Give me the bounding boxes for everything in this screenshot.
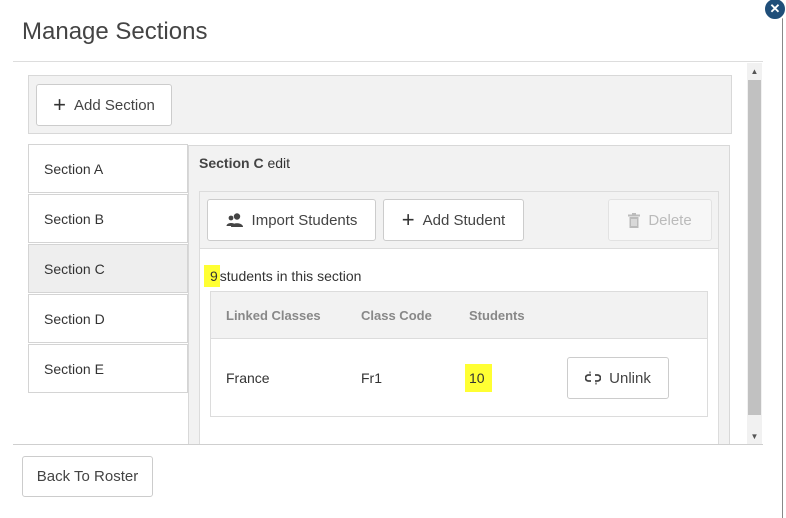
back-to-roster-button[interactable]: Back To Roster [22, 456, 153, 497]
add-student-button[interactable]: + Add Student [383, 199, 524, 241]
import-students-label: Import Students [251, 211, 358, 229]
scroll-up-icon[interactable]: ▲ [747, 63, 762, 79]
row-student-count-value: 10 [465, 364, 492, 392]
plus-icon: + [401, 207, 415, 232]
section-item-label: Section B [44, 210, 104, 227]
import-students-button[interactable]: Import Students [207, 199, 376, 241]
window-edge [782, 0, 783, 518]
header-linked-classes: Linked Classes [226, 308, 321, 323]
student-count-suffix: students in this section [219, 268, 362, 284]
section-item-label: Section E [44, 360, 104, 377]
section-item-a[interactable]: Section A [28, 144, 188, 193]
plus-icon: + [53, 92, 66, 117]
delete-label: Delete [648, 211, 692, 229]
users-icon [226, 213, 243, 227]
student-count-line: 9 students in this section [204, 265, 361, 287]
unlink-button[interactable]: Unlink [567, 357, 669, 399]
header-students: Students [469, 308, 525, 323]
add-section-label: Add Section [73, 96, 155, 114]
delete-button[interactable]: Delete [608, 199, 712, 241]
row-student-count: 10 [465, 364, 492, 392]
row-class-name: France [226, 370, 270, 386]
edit-title: Section C edit [199, 155, 290, 171]
trash-icon [628, 212, 641, 228]
section-item-b[interactable]: Section B [28, 194, 188, 243]
header-divider [13, 61, 763, 62]
section-item-d[interactable]: Section D [28, 294, 188, 343]
close-icon[interactable]: ✕ [763, 0, 786, 21]
add-student-label: Add Student [422, 211, 506, 229]
scroll-down-icon[interactable]: ▼ [747, 428, 762, 444]
unlink-icon [585, 371, 602, 385]
footer-divider [13, 444, 763, 445]
scrollbar-thumb[interactable] [748, 80, 761, 415]
edit-section-name: Section C [199, 155, 264, 171]
section-item-e[interactable]: Section E [28, 344, 188, 393]
header-class-code: Class Code [361, 308, 432, 323]
page-title: Manage Sections [22, 18, 208, 45]
add-section-button[interactable]: + Add Section [36, 84, 172, 126]
section-item-c[interactable]: Section C [28, 244, 188, 293]
section-item-label: Section C [44, 260, 105, 277]
row-class-code: Fr1 [361, 370, 382, 386]
edit-title-suffix: edit [263, 155, 291, 171]
unlink-label: Unlink [609, 369, 651, 387]
section-item-label: Section D [44, 310, 105, 327]
student-count: 9 [204, 265, 220, 287]
section-item-label: Section A [44, 160, 104, 177]
